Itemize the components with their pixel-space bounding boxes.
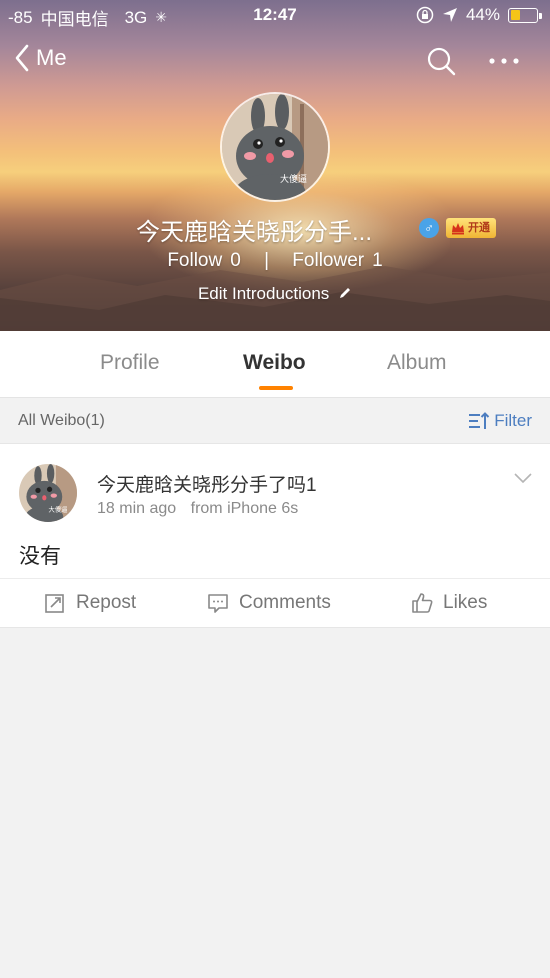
follow-label: Follow	[167, 250, 223, 271]
likes-button[interactable]: Likes	[411, 592, 487, 614]
repost-button[interactable]: Repost	[44, 592, 136, 614]
filter-icon	[469, 412, 490, 429]
chevron-left-icon	[15, 44, 29, 72]
status-left: -85 中国电信 3G ✳	[8, 5, 167, 30]
network-type: 3G	[124, 7, 148, 27]
follow-stats: Follow 0 | Follower 1	[0, 250, 550, 272]
tab-weibo[interactable]: Weibo	[243, 351, 306, 375]
signal-strength: -85	[8, 7, 33, 27]
status-bar: -85 中国电信 3G ✳ 12:47 44%	[0, 0, 550, 32]
post-meta: 18 min ago from iPhone 6s	[97, 500, 298, 518]
follow-count: 0	[230, 250, 241, 271]
comments-button[interactable]: Comments	[207, 592, 331, 614]
comment-icon	[208, 594, 228, 613]
weibo-post: 大傻逼 今天鹿晗关晓彤分手了吗1 18 min ago from iPhone …	[0, 443, 550, 628]
filter-button[interactable]: Filter	[468, 411, 532, 431]
search-icon[interactable]	[426, 46, 456, 76]
post-avatar[interactable]: 大傻逼	[19, 464, 77, 522]
username-row: 今天鹿晗关晓彤分手... ♂ 开通	[0, 212, 550, 246]
filter-bar: All Weibo(1) Filter	[0, 397, 550, 443]
likes-label: Likes	[443, 592, 488, 613]
rotation-lock-icon	[416, 6, 434, 24]
chevron-down-icon[interactable]	[514, 472, 532, 484]
bunny-avatar-image: 大傻逼	[222, 94, 328, 200]
back-label: Me	[36, 45, 67, 70]
avatar-caption: 大傻逼	[280, 173, 307, 185]
filter-label: Filter	[494, 411, 532, 430]
activity-spinner-icon: ✳	[155, 9, 167, 25]
battery-percent: 44%	[465, 5, 500, 24]
repost-icon	[45, 594, 64, 613]
profile-tabs: Profile Weibo Album	[0, 331, 550, 397]
battery-fill	[510, 10, 520, 20]
more-icon[interactable]	[486, 52, 522, 70]
profile-avatar[interactable]: 大傻逼	[220, 92, 330, 202]
all-weibo-count: All Weibo(1)	[18, 412, 105, 429]
carrier-name: 中国电信	[40, 10, 109, 29]
follower-label: Follower	[292, 250, 365, 271]
comments-label: Comments	[239, 592, 331, 613]
repost-label: Repost	[76, 592, 137, 613]
profile-header: -85 中国电信 3G ✳ 12:47 44% Me 大傻逼 今天鹿晗关晓彤分手…	[0, 0, 550, 331]
vip-label: 开通	[468, 222, 490, 234]
post-source: from iPhone 6s	[190, 500, 299, 517]
tab-profile[interactable]: Profile	[100, 351, 160, 375]
post-time: 18 min ago	[97, 500, 177, 517]
follow-link[interactable]: Follow 0	[167, 250, 240, 271]
stats-separator: |	[264, 250, 270, 271]
post-author-name[interactable]: 今天鹿晗关晓彤分手了吗1	[97, 470, 317, 497]
edit-introductions-button[interactable]: Edit Introductions	[0, 284, 550, 304]
male-gender-icon: ♂	[419, 218, 439, 238]
profile-username: 今天鹿晗关晓彤分手...	[136, 219, 373, 246]
post-actions: Repost Comments Likes	[0, 578, 550, 628]
bunny-avatar-image: 大傻逼	[19, 464, 77, 522]
edit-introductions-label: Edit Introductions	[197, 284, 330, 303]
crown-icon	[452, 223, 464, 235]
tab-album[interactable]: Album	[387, 351, 447, 375]
pencil-icon	[340, 288, 351, 298]
follower-count: 1	[372, 250, 383, 271]
battery-icon	[508, 7, 542, 23]
status-right: 44%	[416, 5, 542, 25]
vip-badge[interactable]: 开通	[446, 218, 496, 238]
active-tab-indicator	[259, 386, 293, 390]
post-content: 没有	[19, 545, 61, 568]
follower-link[interactable]: Follower 1	[292, 250, 382, 271]
location-arrow-icon	[442, 8, 457, 22]
thumbs-up-icon	[412, 593, 433, 613]
back-button[interactable]: Me	[14, 44, 67, 72]
